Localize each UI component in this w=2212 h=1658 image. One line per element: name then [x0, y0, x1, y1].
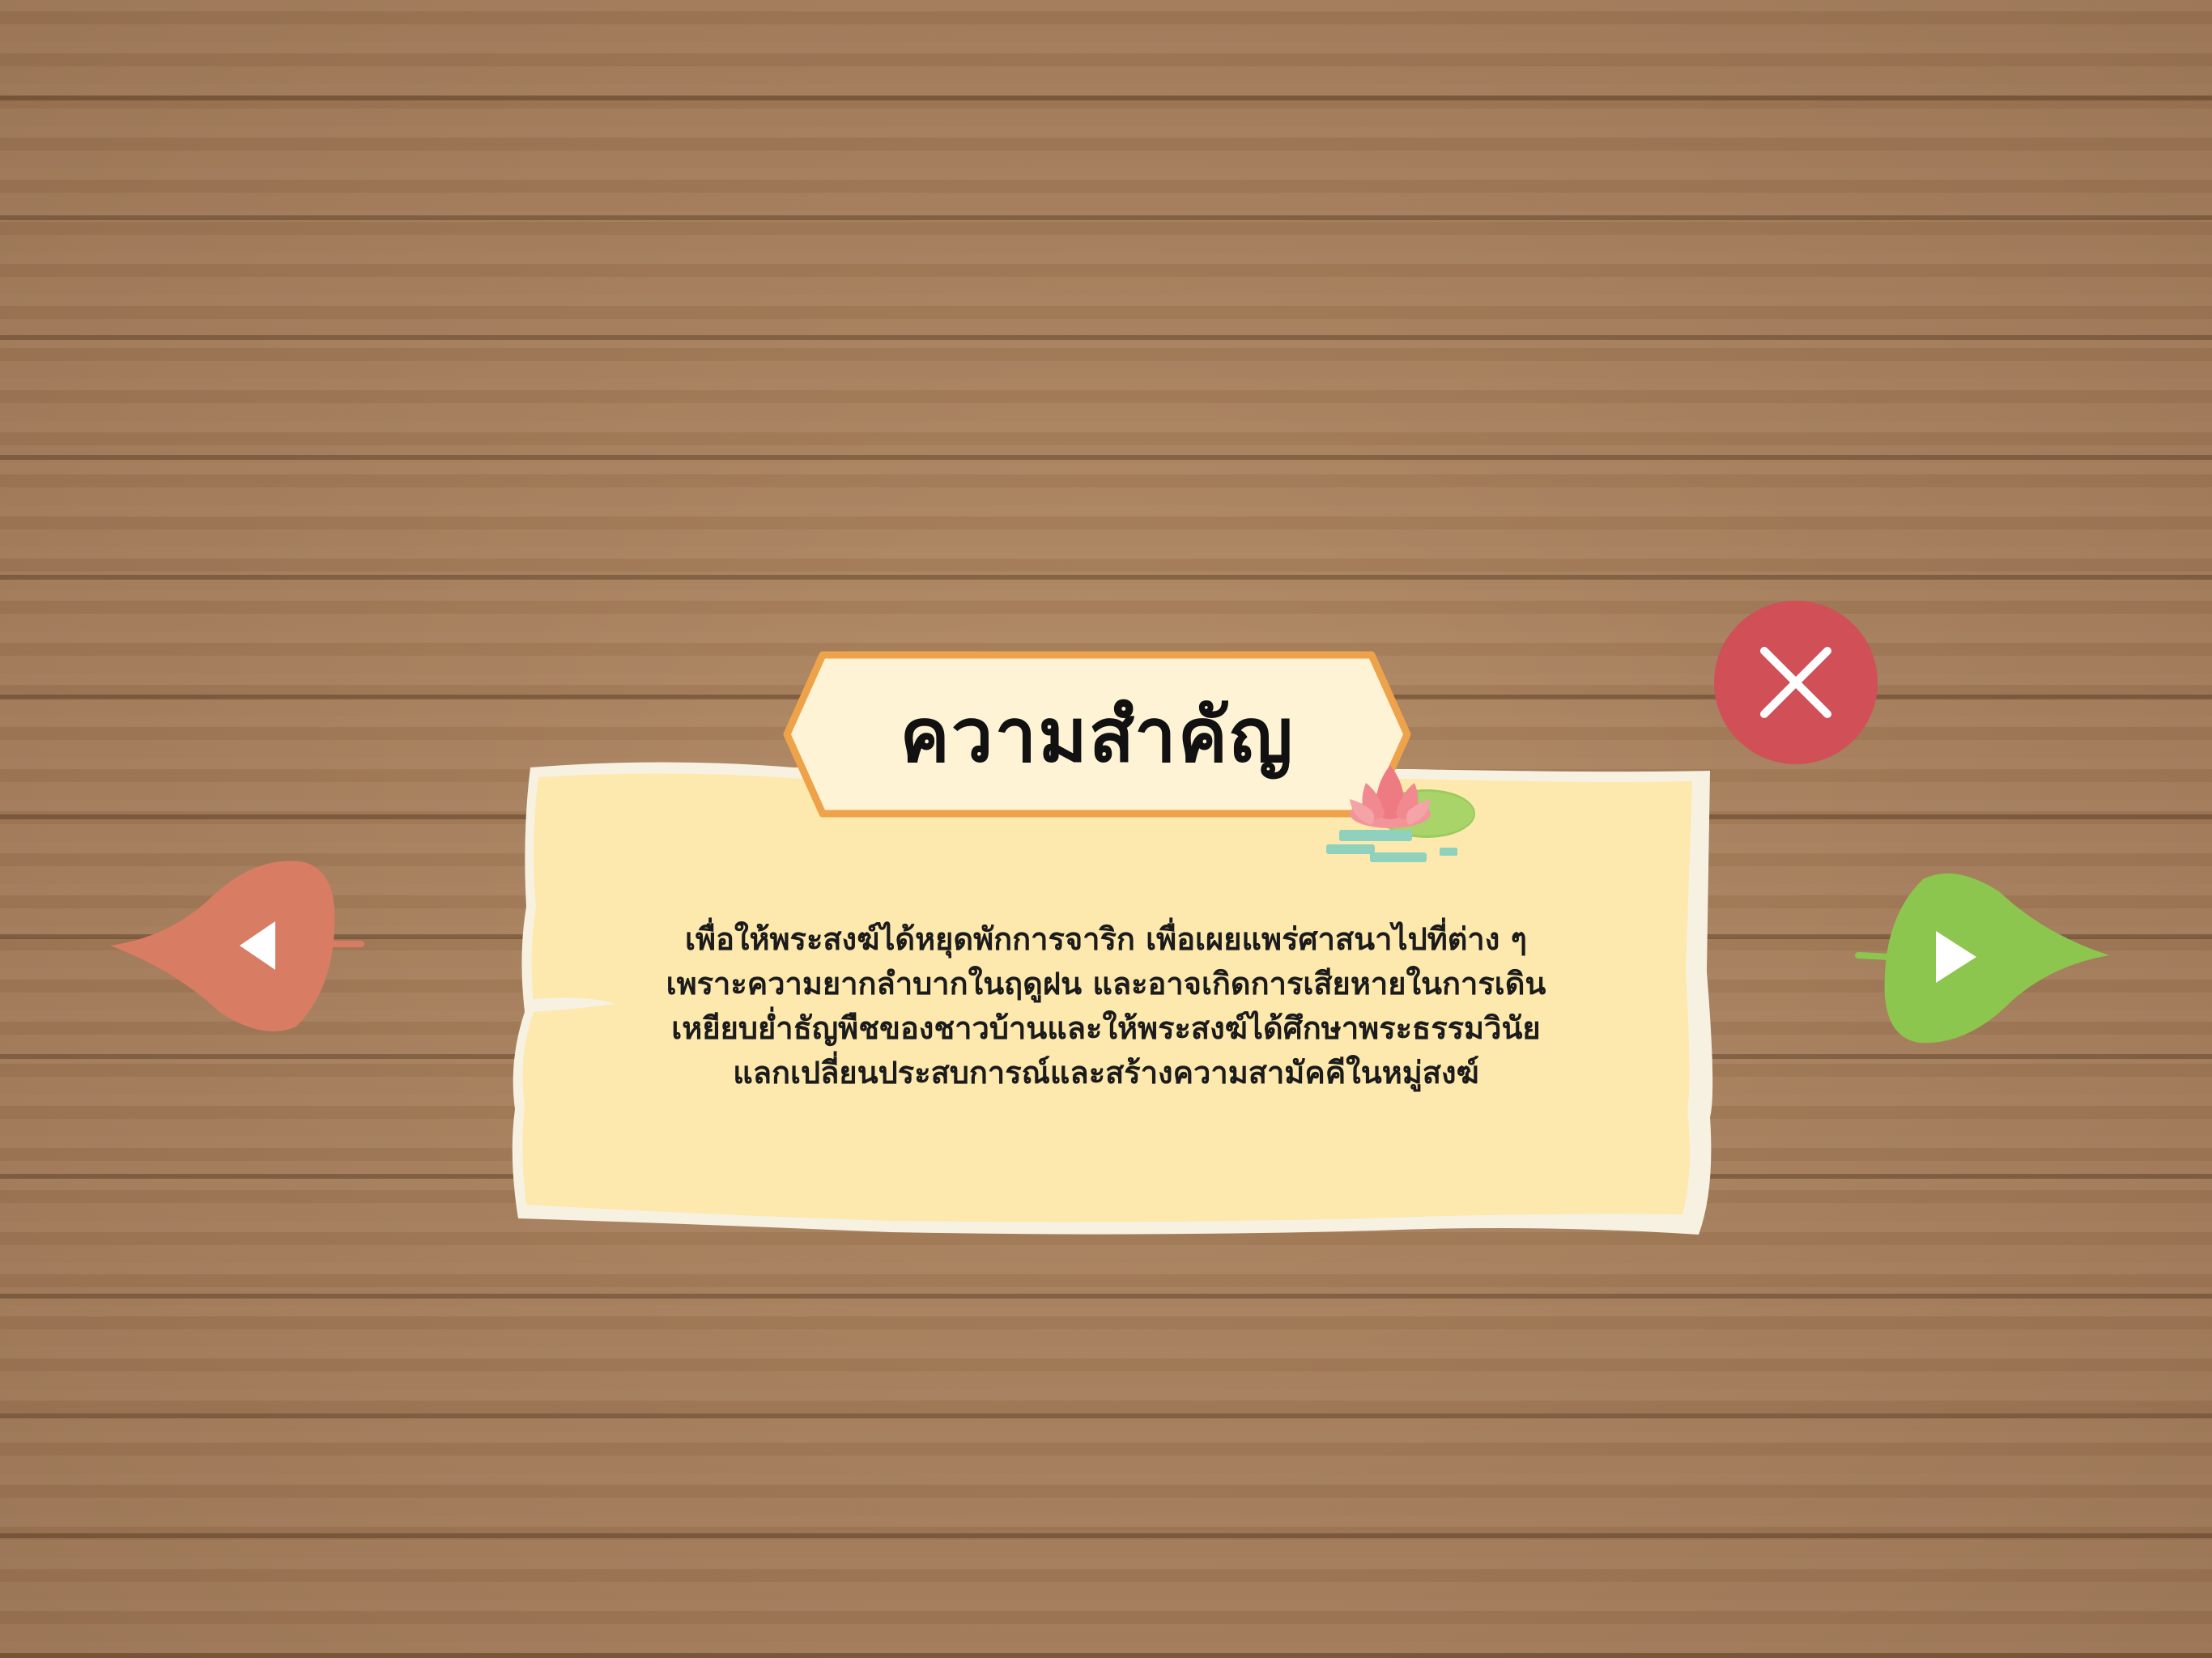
description-line: เหยียบย่ำธัญพืชของชาวบ้านและให้พระสงฆ์ได… [671, 1010, 1541, 1046]
leaf-left-arrow-icon [110, 861, 364, 1031]
description-text: เพื่อให้พระสงฆ์ได้หยุดพักการจาริก เพื่อเ… [567, 917, 1645, 1095]
description-line: แลกเปลี่ยนประสบการณ์และสร้างความสามัคคีใ… [733, 1055, 1479, 1090]
description-line: เพื่อให้พระสงฆ์ได้หยุดพักการจาริก เพื่อเ… [685, 921, 1527, 957]
close-button[interactable] [1714, 601, 1878, 764]
content-paper [512, 762, 1713, 1235]
page-title: ความสำคัญ [900, 691, 1295, 779]
close-x-icon [1760, 647, 1831, 718]
title-plaque: ความสำคัญ [782, 650, 1412, 818]
leaf-right-arrow-icon [1855, 873, 2109, 1044]
next-button[interactable] [1850, 869, 2109, 1049]
previous-button[interactable] [110, 857, 369, 1036]
wood-background: ความสำคัญ เพื่อให้พระสงฆ์ได้หยุดพักการจา… [0, 0, 2212, 1658]
description-line: เพราะความยากลำบากในฤดูฝน และอาจเกิดการเส… [666, 966, 1546, 1001]
lotus-flower-icon [1326, 765, 1475, 862]
